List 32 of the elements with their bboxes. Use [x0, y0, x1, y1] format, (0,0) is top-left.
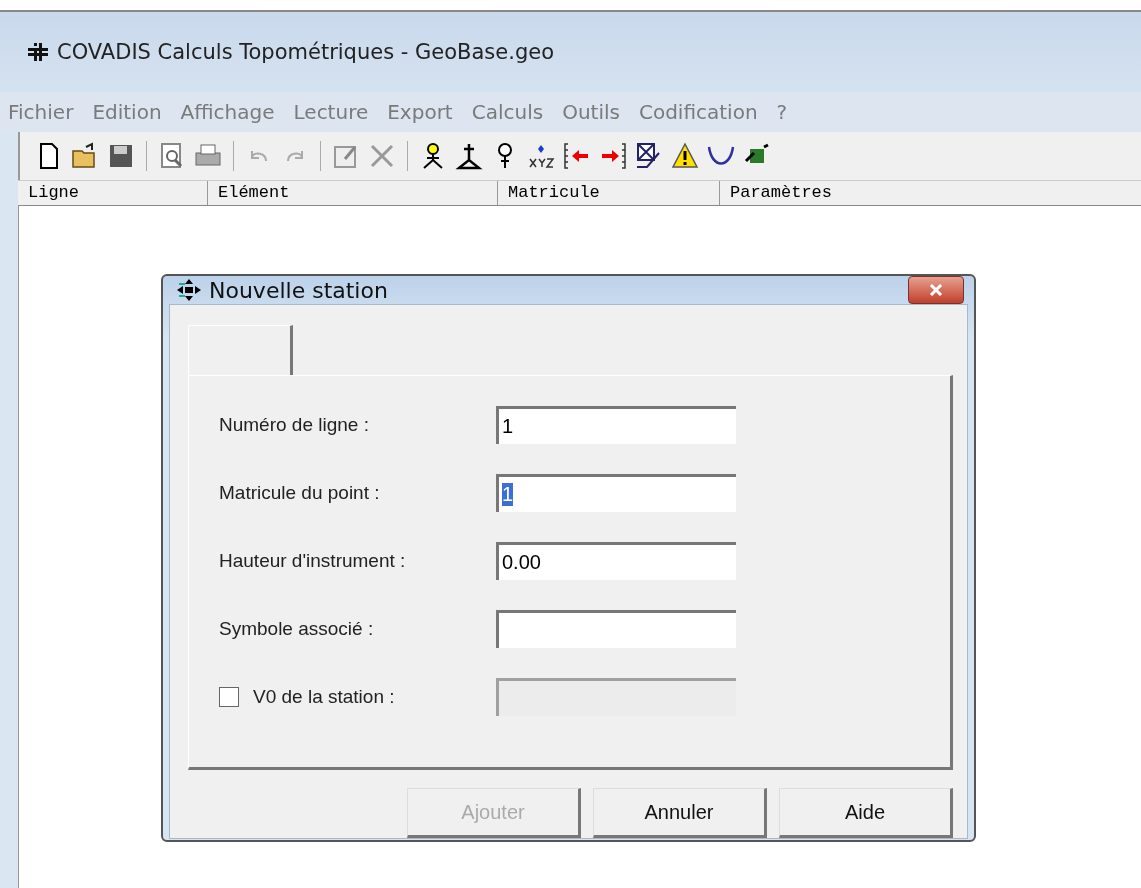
field-label: Hauteur d'instrument :: [219, 550, 406, 572]
menu-item[interactable]: Export: [387, 100, 453, 124]
menu-item[interactable]: ?: [776, 100, 788, 124]
menu-item[interactable]: Lecture: [293, 100, 369, 124]
menu-item[interactable]: Edition: [92, 100, 162, 124]
dialog-button[interactable]: Aide: [779, 788, 953, 838]
column-header[interactable]: Paramètres: [720, 181, 1141, 205]
input-field[interactable]: 0.00: [496, 542, 736, 580]
close-button[interactable]: [908, 276, 964, 304]
column-header[interactable]: Elément: [208, 181, 498, 205]
station-icon[interactable]: [454, 141, 484, 171]
field-label: Numéro de ligne :: [219, 414, 369, 436]
tab[interactable]: [188, 325, 293, 375]
input-field[interactable]: [496, 610, 736, 648]
input-field[interactable]: 1: [496, 474, 736, 512]
menu-item[interactable]: Affichage: [180, 100, 275, 124]
column-header[interactable]: Ligne: [18, 181, 208, 205]
warning-icon[interactable]: [670, 141, 700, 171]
menu-item[interactable]: Fichier: [8, 100, 74, 124]
dialog-title: Nouvelle station: [209, 277, 389, 303]
move-icon: [175, 278, 203, 302]
menu-item[interactable]: Calculs: [471, 100, 544, 124]
menu-item[interactable]: Codification: [638, 100, 758, 124]
menu-item[interactable]: Outils: [562, 100, 620, 124]
column-header[interactable]: Matricule: [498, 181, 720, 205]
window-title: COVADIS Calculs Topométriques - GeoBase.geo: [57, 40, 554, 64]
field-label: Symbole associé :: [219, 618, 374, 640]
field-label: V0 de la station :: [253, 686, 395, 708]
input-field[interactable]: 1: [496, 406, 736, 444]
close-icon: [929, 284, 943, 296]
field-label: Matricule du point :: [219, 482, 380, 504]
dialog-button[interactable]: Annuler: [593, 788, 767, 838]
